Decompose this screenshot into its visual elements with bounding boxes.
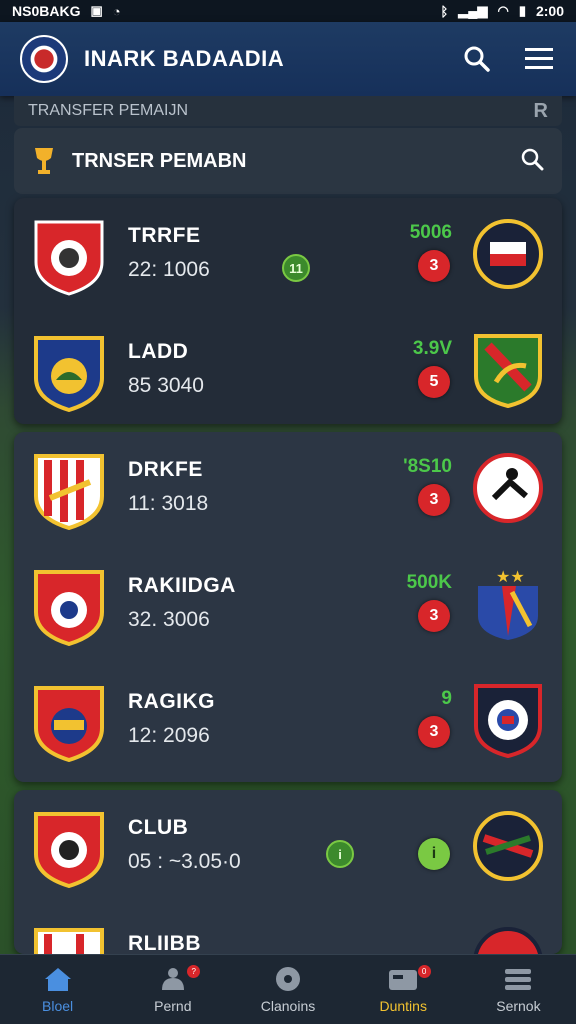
transfer-row[interactable]: LADD 85 3040 3.9V 5 — [14, 314, 562, 430]
section-header: TRNSER PEMABN — [14, 128, 562, 194]
transfer-row[interactable]: TRRFE 22: 1006 11 5006 3 — [14, 198, 562, 314]
search-button[interactable] — [460, 42, 494, 76]
transfer-meta: 22: 1006 — [128, 258, 210, 281]
transfer-meta: 05 : ~3.05·0 — [128, 850, 241, 873]
search-icon — [464, 46, 490, 72]
count-badge: 5 — [418, 366, 450, 398]
search-icon — [521, 148, 544, 170]
transfer-fee: 5006 — [409, 222, 452, 243]
transfer-meta: 85 3040 — [128, 374, 204, 397]
notification-dot: ? — [187, 965, 201, 978]
transfer-fee: 500K — [406, 572, 452, 593]
image-icon: ▣ — [90, 3, 103, 18]
club-crest-icon — [474, 684, 542, 758]
club-crest-icon — [34, 220, 104, 296]
list-icon — [505, 968, 532, 990]
transfer-icon — [389, 969, 418, 990]
transfer-fee: 3.9V — [412, 338, 452, 359]
transfer-row[interactable]: CLUB 05 : ~3.05·0 i i — [14, 790, 562, 906]
transfer-meta: 11: 3018 — [128, 492, 209, 515]
club-crest-icon — [34, 928, 104, 954]
transfer-name: RAGIKG — [128, 690, 215, 713]
club-crest-icon — [473, 811, 543, 881]
transfer-card: TRRFE 22: 1006 11 5006 3 LADD 85 3040 3.… — [14, 198, 562, 424]
club-crest-icon — [34, 336, 104, 412]
nav-label: Clanoins — [260, 997, 316, 1014]
club-crest-icon — [34, 686, 104, 762]
transfer-card: DRKFE 11: 3018 '8S10 3 RAKIIDGA 32. 3006… — [14, 432, 562, 782]
nav-label: Pernd — [154, 997, 192, 1014]
club-crest-icon — [473, 219, 543, 289]
clock-text: 2:00 — [535, 3, 564, 19]
transfer-row[interactable]: RAKIIDGA 32. 3006 500K 3 ★★ — [14, 548, 562, 664]
club-crest-icon — [473, 927, 543, 954]
club-crest-icon — [34, 454, 104, 530]
sub-strip-label: TRANSFER PEMAIJN — [28, 102, 189, 119]
count-badge: 3 — [418, 484, 450, 516]
app-header: INARK BADAADIA — [0, 22, 576, 96]
club-crest-icon — [473, 453, 543, 523]
menu-button[interactable] — [522, 42, 556, 76]
section-search-button[interactable] — [520, 147, 544, 176]
carrier-text: NS0BAKG — [12, 3, 81, 19]
club-crest-icon — [34, 812, 104, 888]
nav-item-home[interactable]: Bloel — [0, 955, 115, 1024]
transfer-meta: 12: 2096 — [128, 724, 210, 747]
nav-item-settings[interactable]: Sernok — [461, 955, 576, 1024]
nav-label: Bloel — [42, 997, 74, 1014]
nav-label: Duntins — [379, 997, 427, 1014]
sub-header-strip: TRANSFER PEMAIJN R — [14, 96, 562, 126]
home-icon — [44, 967, 71, 991]
transfer-fee: 9 — [441, 688, 452, 709]
bottom-navigation: Bloel ? Pernd Clanoins 0 Duntins Sernok — [0, 954, 576, 1024]
hamburger-icon — [525, 48, 553, 69]
transfer-name: LADD — [128, 340, 189, 363]
club-crest-icon: ★★ — [478, 567, 538, 640]
transfer-name: RAKIIDGA — [128, 574, 236, 597]
club-crest-icon — [34, 570, 104, 646]
count-badge: i — [418, 838, 450, 870]
transfer-meta: 32. 3006 — [128, 608, 210, 631]
notification-dot: 0 — [417, 965, 431, 978]
battery-icon: ▮ — [518, 3, 526, 18]
status-badge: i — [326, 840, 354, 868]
status-bar: NS0BAKG ▣ ◔ ᛒ ▂▄▆ ◠ ▮ 2:00 — [0, 0, 576, 22]
profile-icon — [161, 967, 184, 990]
count-badge: 3 — [418, 600, 450, 632]
transfer-row[interactable]: RLIIBB — [14, 906, 562, 954]
transfer-name: DRKFE — [128, 458, 203, 481]
status-badge: 11 — [282, 254, 310, 282]
section-title: TRNSER PEMABN — [72, 149, 247, 172]
nav-item-clubs[interactable]: Clanoins — [230, 955, 345, 1024]
count-badge: 3 — [418, 250, 450, 282]
transfer-card: CLUB 05 : ~3.05·0 i i RLIIBB — [14, 790, 562, 954]
signal-icon: ▂▄▆ — [458, 3, 488, 18]
wifi-icon: ◠ — [497, 3, 509, 18]
trophy-icon — [35, 148, 53, 174]
bluetooth-icon: ᛒ — [440, 3, 449, 19]
transfer-row[interactable]: DRKFE 11: 3018 '8S10 3 — [14, 432, 562, 548]
sync-icon: ◔ — [112, 3, 121, 19]
nav-label: Sernok — [496, 997, 541, 1014]
svg-text:★★: ★★ — [496, 567, 525, 586]
nav-item-profile[interactable]: ? Pernd — [115, 955, 230, 1024]
transfer-name: CLUB — [128, 816, 189, 839]
transfer-name: RLIIBB — [128, 932, 201, 954]
nav-item-transfers[interactable]: 0 Duntins — [346, 955, 461, 1024]
club-logo[interactable] — [20, 35, 68, 83]
filter-icon[interactable]: R — [534, 100, 548, 123]
transfer-name: TRRFE — [128, 224, 201, 247]
app-title: INARK BADAADIA — [84, 46, 285, 71]
transfer-fee: '8S10 — [403, 456, 452, 477]
ball-icon — [276, 966, 300, 991]
transfer-row[interactable]: RAGIKG 12: 2096 9 3 — [14, 664, 562, 780]
club-crest-icon — [474, 334, 542, 408]
count-badge: 3 — [418, 716, 450, 748]
